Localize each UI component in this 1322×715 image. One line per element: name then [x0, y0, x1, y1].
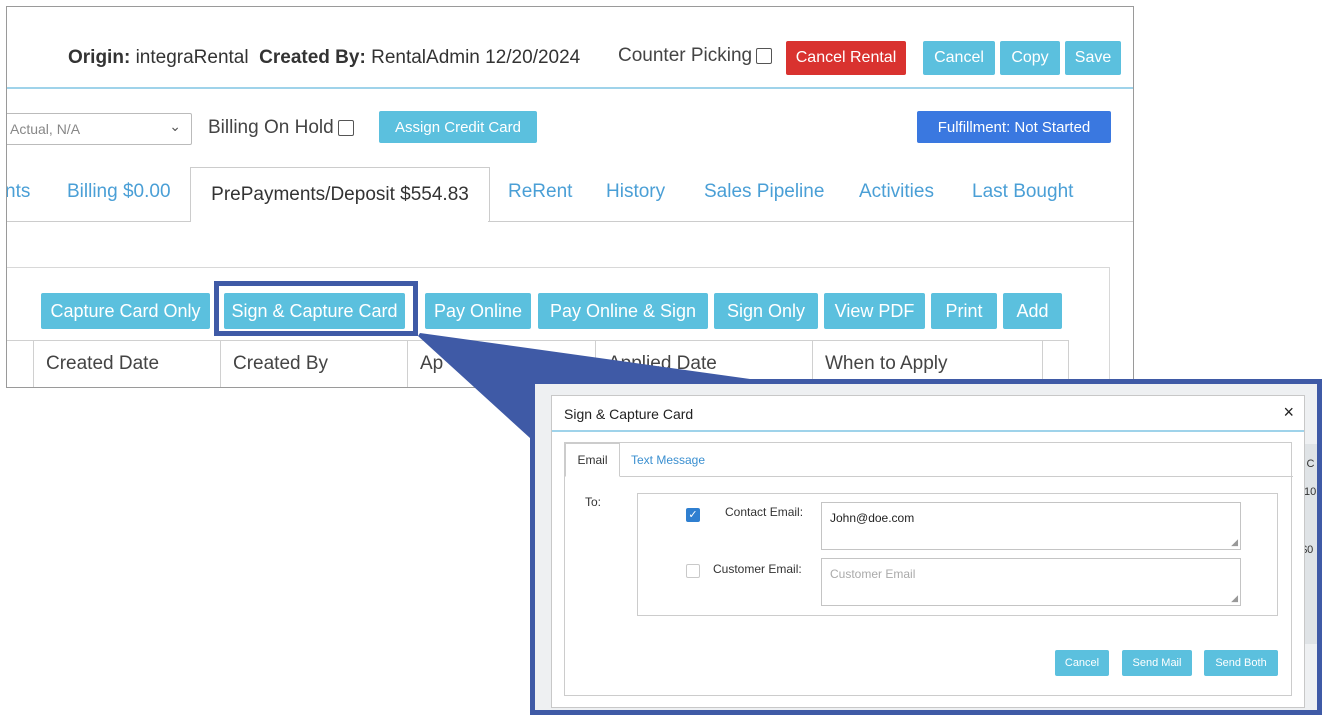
callout-highlight-box — [214, 281, 418, 336]
created-by-value: RentalAdmin 12/20/2024 — [371, 47, 581, 68]
billing-on-hold: Billing On Hold — [208, 117, 354, 139]
tab-last-bought[interactable]: Last Bought — [972, 181, 1073, 203]
counter-picking: Counter Picking — [618, 45, 773, 67]
dialog-cancel-button[interactable]: Cancel — [1055, 650, 1109, 676]
billing-on-hold-label: Billing On Hold — [208, 117, 334, 138]
counter-picking-label: Counter Picking — [618, 45, 753, 66]
tab-partial[interactable]: nts — [7, 181, 30, 203]
status-select-value: Actual, N/A — [10, 121, 81, 137]
customer-email-label: Customer Email: — [713, 562, 802, 576]
rental-window: Origin: integraRental Created By: Rental… — [6, 6, 1134, 388]
dialog-title: Sign & Capture Card — [564, 406, 694, 422]
contact-email-field[interactable]: John@doe.com ◢ — [821, 502, 1241, 550]
origin-info: Origin: integraRental Created By: Rental… — [68, 47, 580, 69]
capture-card-only-button[interactable]: Capture Card Only — [41, 293, 210, 329]
status-select[interactable]: Actual, N/A ⌄ — [7, 113, 192, 145]
tab-history[interactable]: History — [606, 181, 665, 203]
origin-label: Origin: — [68, 47, 131, 68]
billing-on-hold-checkbox[interactable] — [337, 119, 354, 136]
customer-email-field[interactable]: Customer Email ◢ — [821, 558, 1241, 606]
options-row: Actual, N/A ⌄ Billing On Hold Assign Cre… — [7, 109, 1133, 149]
dialog-body: Email Text Message To: ✓ Contact Email: … — [564, 442, 1293, 696]
contact-email-checkbox[interactable]: ✓ — [686, 508, 700, 522]
resize-grip-icon[interactable]: ◢ — [1231, 537, 1238, 548]
tab-divider — [7, 221, 190, 222]
customer-email-placeholder: Customer Email — [830, 567, 916, 581]
cancel-button[interactable]: Cancel — [923, 41, 995, 75]
send-both-button[interactable]: Send Both — [1204, 650, 1278, 676]
contact-email-value: John@doe.com — [830, 511, 915, 525]
pay-online-button[interactable]: Pay Online — [425, 293, 531, 329]
sign-capture-card-dialog: Sign & Capture Card × Email Text Message… — [551, 395, 1305, 708]
send-mail-button[interactable]: Send Mail — [1122, 650, 1192, 676]
copy-button[interactable]: Copy — [1000, 41, 1060, 75]
contact-email-label: Contact Email: — [725, 505, 804, 519]
recipient-fieldset: ✓ Contact Email: John@doe.com ◢ Customer… — [637, 493, 1278, 616]
fulfillment-status-badge[interactable]: Fulfillment: Not Started — [917, 111, 1111, 143]
tab-rerent[interactable]: ReRent — [508, 181, 572, 203]
print-button[interactable]: Print — [931, 293, 997, 329]
rental-header: Origin: integraRental Created By: Rental… — [7, 7, 1133, 89]
column-header-created-by[interactable]: Created By — [220, 341, 407, 387]
pay-online-sign-button[interactable]: Pay Online & Sign — [538, 293, 708, 329]
tab-sales-pipeline[interactable]: Sales Pipeline — [704, 181, 824, 203]
tab-prepayments[interactable]: PrePayments/Deposit $554.83 — [190, 167, 490, 222]
sign-only-button[interactable]: Sign Only — [714, 293, 818, 329]
to-label: To: — [585, 495, 602, 509]
view-pdf-button[interactable]: View PDF — [824, 293, 925, 329]
origin-value: integraRental — [135, 47, 249, 68]
customer-email-checkbox[interactable] — [686, 564, 700, 578]
cancel-rental-button[interactable]: Cancel Rental — [786, 41, 906, 75]
dialog-inset: l C /10 $0 Sign & Capture Card × Email T… — [530, 379, 1322, 715]
chevron-down-icon: ⌄ — [169, 118, 181, 134]
rental-tabs: nts Billing $0.00 PrePayments/Deposit $5… — [7, 167, 1133, 222]
dialog-title-bar: Sign & Capture Card × — [552, 396, 1304, 432]
close-icon[interactable]: × — [1283, 402, 1294, 423]
tab-email[interactable]: Email — [565, 443, 620, 477]
tab-activities[interactable]: Activities — [859, 181, 934, 203]
assign-credit-card-button[interactable]: Assign Credit Card — [379, 111, 537, 143]
tab-divider — [488, 221, 1133, 222]
counter-picking-checkbox[interactable] — [756, 47, 773, 64]
dialog-tab-divider — [620, 476, 1293, 477]
save-button[interactable]: Save — [1065, 41, 1121, 75]
add-button[interactable]: Add — [1003, 293, 1062, 329]
tab-text-message[interactable]: Text Message — [631, 453, 705, 467]
tab-billing[interactable]: Billing $0.00 — [67, 181, 171, 203]
resize-grip-icon[interactable]: ◢ — [1231, 593, 1238, 604]
column-header-created-date[interactable]: Created Date — [33, 341, 220, 387]
created-by-label: Created By: — [259, 47, 366, 68]
